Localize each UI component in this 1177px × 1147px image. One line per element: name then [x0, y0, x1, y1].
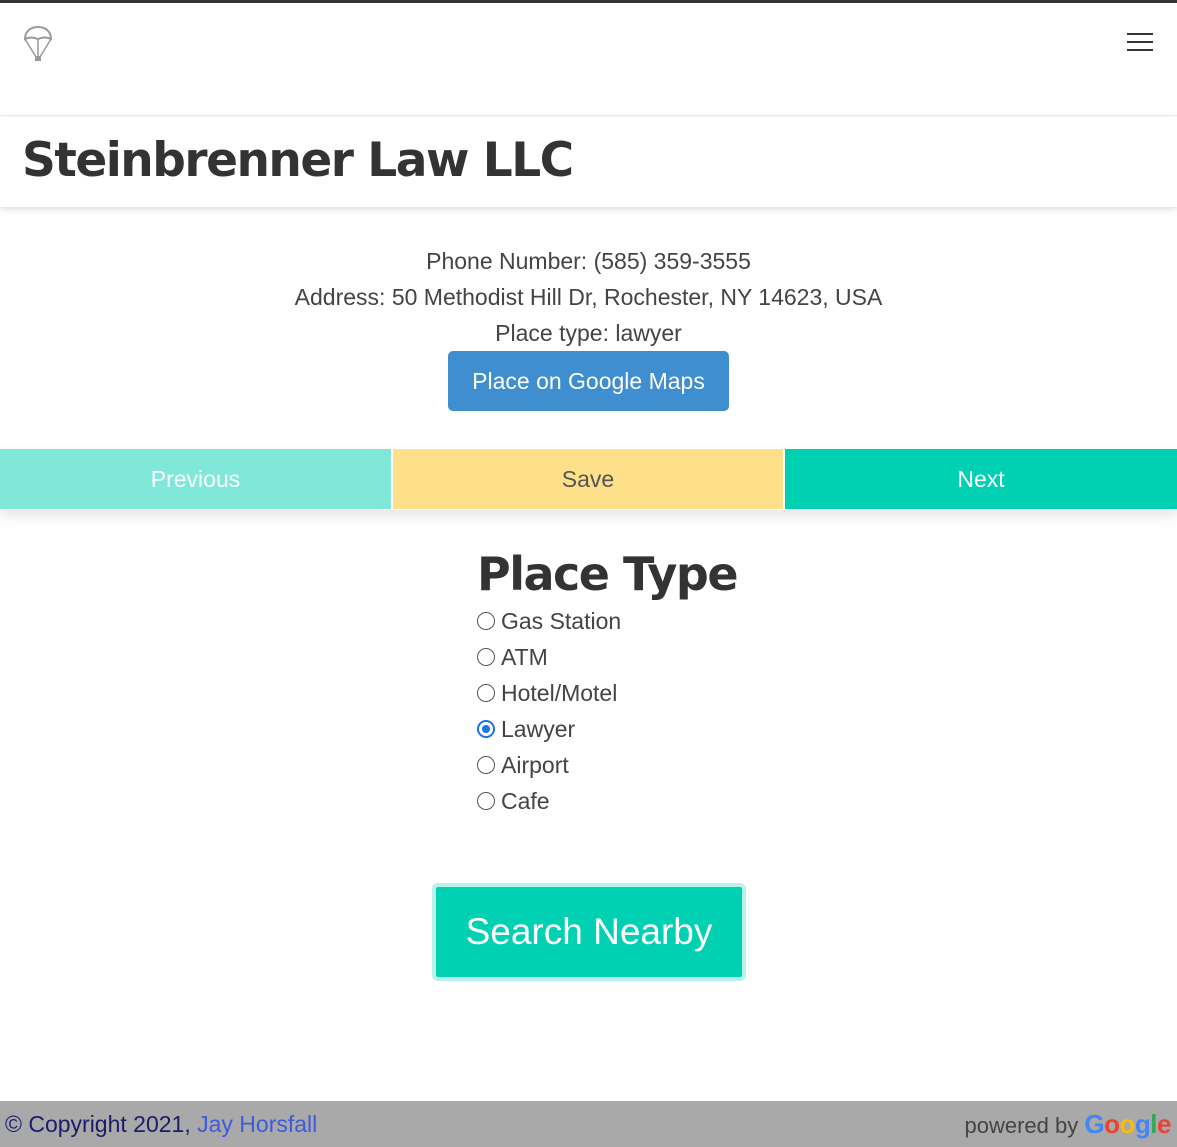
option-label: Lawyer — [501, 715, 576, 742]
option-lawyer[interactable]: Lawyer — [477, 711, 737, 747]
place-info: Phone Number: (585) 359-3555 Address: 50… — [0, 245, 1177, 353]
phone-number-text: Phone Number: (585) 359-3555 — [426, 248, 751, 274]
radio-airport[interactable] — [477, 756, 495, 774]
previous-button[interactable]: Previous — [0, 449, 391, 509]
place-name-title: Steinbrenner Law LLC — [22, 133, 574, 188]
parachute-icon[interactable] — [22, 25, 54, 63]
author-link[interactable]: Jay Horsfall — [197, 1111, 317, 1137]
place-type-selector: Place Type Gas Station ATM Hotel/Motel L… — [477, 545, 739, 819]
option-hotel-motel[interactable]: Hotel/Motel — [477, 675, 737, 711]
search-nearby-button[interactable]: Search Nearby — [432, 883, 746, 981]
place-type-text: Place type: lawyer — [495, 320, 682, 346]
navbar — [0, 3, 1177, 116]
navigation-row: Previous Save Next — [0, 448, 1177, 510]
save-button[interactable]: Save — [393, 449, 783, 509]
address-text: Address: 50 Methodist Hill Dr, Rochester… — [294, 284, 883, 310]
copyright-prefix: © Copyright 2021, — [5, 1111, 198, 1137]
option-atm[interactable]: ATM — [477, 639, 737, 675]
powered-by-text: powered by — [964, 1113, 1079, 1138]
radio-lawyer[interactable] — [477, 720, 495, 738]
next-button[interactable]: Next — [785, 449, 1177, 509]
option-label: ATM — [501, 643, 548, 670]
option-label: Airport — [501, 751, 569, 778]
radio-cafe[interactable] — [477, 792, 495, 810]
option-airport[interactable]: Airport — [477, 747, 737, 783]
option-label: Hotel/Motel — [501, 679, 618, 706]
place-on-google-maps-button[interactable]: Place on Google Maps — [448, 351, 729, 411]
radio-atm[interactable] — [477, 648, 495, 666]
option-label: Gas Station — [501, 607, 622, 634]
hamburger-menu-icon[interactable] — [1127, 33, 1153, 53]
radio-gas-station[interactable] — [477, 612, 495, 630]
option-gas-station[interactable]: Gas Station — [477, 603, 737, 639]
option-cafe[interactable]: Cafe — [477, 783, 737, 819]
radio-hotel-motel[interactable] — [477, 684, 495, 702]
footer: © Copyright 2021, Jay Horsfall powered b… — [0, 1101, 1177, 1147]
option-label: Cafe — [501, 787, 550, 814]
powered-by-google: powered by Google — [964, 1109, 1172, 1140]
place-type-heading: Place Type — [477, 547, 739, 601]
google-logo: Google — [1084, 1109, 1171, 1139]
copyright-text: © Copyright 2021, Jay Horsfall — [5, 1111, 317, 1138]
title-bar: Steinbrenner Law LLC — [0, 117, 1177, 207]
